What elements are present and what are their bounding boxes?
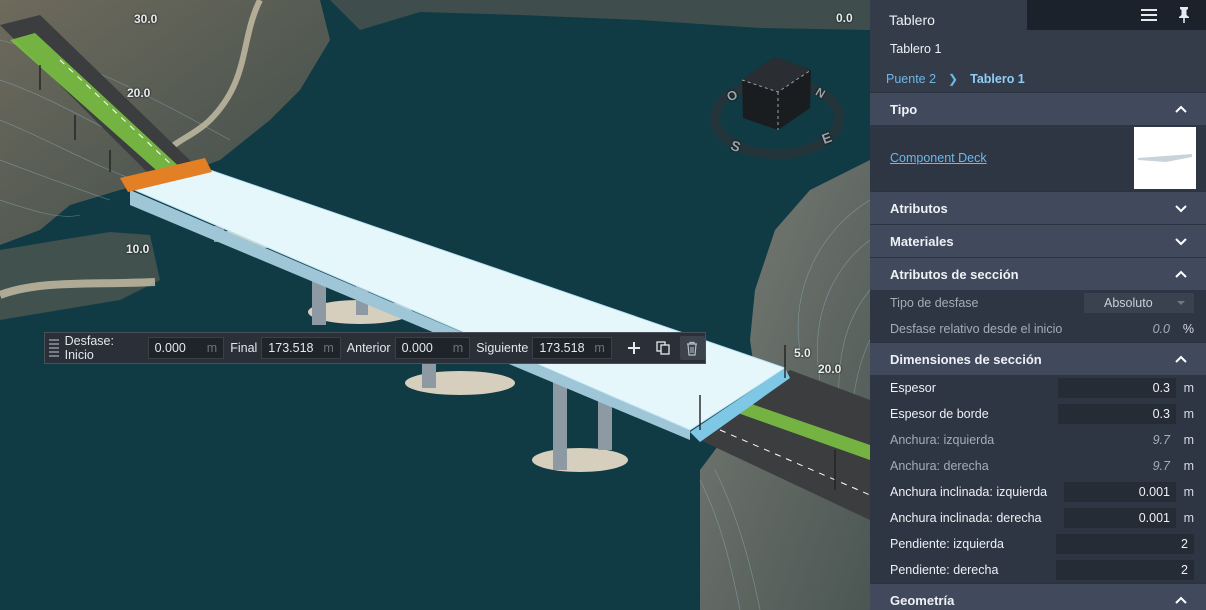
chevron-down-icon — [1175, 238, 1187, 246]
anchura-inclinada-derecha-input[interactable]: 0.001 — [1064, 508, 1176, 528]
offset-start-label: Desfase: Inicio — [64, 334, 114, 362]
dimension-row-espesor-borde: Espesor de borde 0.3 m — [870, 401, 1206, 427]
final-offset-input[interactable]: 173.518 m — [261, 337, 341, 359]
tipo-content: Component Deck — [870, 125, 1206, 191]
dimension-row-pendiente-derecha: Pendiente: derecha 2 — [870, 557, 1206, 583]
contour-label: 5.0 — [794, 346, 811, 360]
3d-viewport[interactable]: 30.0 0.0 20.0 10.0 5.0 20.0 O S E N Desf… — [0, 0, 870, 610]
contour-label: 30.0 — [134, 12, 158, 26]
section-atributos[interactable]: Atributos — [870, 191, 1206, 224]
contour-label: 0.0 — [836, 11, 853, 25]
delete-button[interactable] — [679, 336, 705, 360]
chevron-up-icon — [1175, 270, 1187, 278]
next-label: Siguiente — [476, 341, 529, 355]
deck-thumbnail[interactable] — [1134, 127, 1196, 189]
next-offset-input[interactable]: 173.518 m — [532, 337, 612, 359]
relative-offset-row: Desfase relativo desde el inicio 0.0 % — [870, 316, 1206, 342]
contour-label: 20.0 — [127, 86, 151, 100]
anchura-izquierda-value: 9.7 — [1152, 433, 1170, 447]
chevron-up-icon — [1175, 596, 1187, 604]
dimension-row-anchura-inclinada-derecha: Anchura inclinada: derecha 0.001 m — [870, 505, 1206, 531]
delete-icon — [687, 341, 698, 356]
contour-label: 10.0 — [126, 242, 150, 256]
add-icon — [628, 342, 641, 354]
relative-offset-value: 0.0 — [1152, 322, 1170, 336]
panel-tab-title[interactable]: Tablero — [870, 0, 1027, 30]
contour-label: 20.0 — [818, 362, 842, 376]
pin-icon[interactable] — [1176, 6, 1192, 24]
section-materiales[interactable]: Materiales — [870, 224, 1206, 257]
dimension-row-anchura-derecha: Anchura: derecha 9.7 m — [870, 453, 1206, 479]
object-name: Tablero 1 — [890, 42, 942, 56]
chevron-up-icon — [1175, 355, 1187, 363]
menu-icon[interactable] — [1140, 7, 1158, 23]
properties-panel: Tablero Tablero 1 Puente 2 ❯ Tablero 1 T… — [870, 0, 1206, 610]
copy-icon — [656, 341, 671, 355]
final-label: Final — [230, 341, 258, 355]
start-offset-input[interactable]: 0.000 m — [147, 337, 225, 359]
breadcrumb: Puente 2 ❯ Tablero 1 — [870, 65, 1206, 92]
copy-button[interactable] — [651, 336, 676, 360]
chevron-down-icon — [1175, 205, 1187, 213]
breadcrumb-item-tablero: Tablero 1 — [970, 71, 1025, 86]
panel-header: Tablero — [870, 0, 1206, 30]
breadcrumb-item-puente[interactable]: Puente 2 — [886, 72, 936, 86]
component-deck-link[interactable]: Component Deck — [890, 151, 987, 165]
anchura-derecha-value: 9.7 — [1152, 459, 1170, 473]
dimension-row-anchura-izquierda: Anchura: izquierda 9.7 m — [870, 427, 1206, 453]
chevron-up-icon — [1175, 105, 1187, 113]
dimension-row-espesor: Espesor 0.3 m — [870, 375, 1206, 401]
offset-type-select[interactable]: Absoluto — [1084, 293, 1194, 313]
chevron-right-icon: ❯ — [948, 71, 959, 86]
previous-offset-input[interactable]: 0.000 m — [394, 337, 471, 359]
section-atributos-seccion[interactable]: Atributos de sección — [870, 257, 1206, 290]
offset-toolbar: Desfase: Inicio 0.000 m Final 173.518 m An… — [44, 332, 706, 364]
pendiente-derecha-input[interactable]: 2 — [1056, 560, 1194, 580]
section-dimensiones[interactable]: Dimensiones de sección — [870, 342, 1206, 375]
chevron-down-icon — [1177, 301, 1185, 305]
dimension-row-anchura-inclinada-izquierda: Anchura inclinada: izquierda 0.001 m — [870, 479, 1206, 505]
add-button[interactable] — [622, 336, 647, 360]
dimension-row-pendiente-izquierda: Pendiente: izquierda 2 — [870, 531, 1206, 557]
section-geometria[interactable]: Geometría — [870, 583, 1206, 610]
section-tipo[interactable]: Tipo — [870, 92, 1206, 125]
espesor-borde-input[interactable]: 0.3 — [1058, 404, 1176, 424]
espesor-input[interactable]: 0.3 — [1058, 378, 1176, 398]
previous-label: Anterior — [346, 341, 391, 355]
anchura-inclinada-izquierda-input[interactable]: 0.001 — [1064, 482, 1176, 502]
offset-type-row: Tipo de desfase Absoluto — [870, 290, 1206, 316]
grip-icon[interactable] — [49, 339, 59, 357]
pendiente-izquierda-input[interactable]: 2 — [1056, 534, 1194, 554]
